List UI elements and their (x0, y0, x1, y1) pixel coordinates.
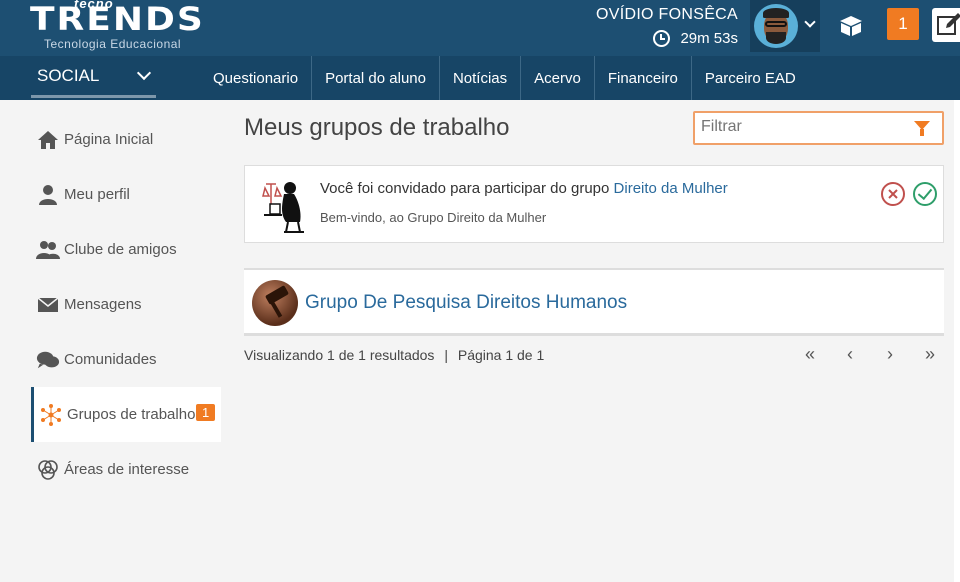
user-icon (36, 183, 60, 207)
prev-page-button[interactable]: ‹ (830, 344, 870, 365)
reject-invite-button[interactable] (881, 182, 905, 206)
group-image (260, 174, 308, 236)
session-timer: 29m 53s (653, 30, 738, 47)
nav-questionario[interactable]: Questionario (200, 56, 313, 100)
social-menu[interactable]: SOCIAL (31, 56, 156, 98)
sidebar-item-label: Clube de amigos (64, 241, 177, 258)
filter-input[interactable] (695, 113, 895, 141)
nav-portal-do-aluno[interactable]: Portal do aluno (312, 56, 440, 100)
clock-icon (653, 30, 671, 47)
filter-icon[interactable] (914, 121, 930, 136)
sidebar-item-label: Áreas de interesse (64, 461, 190, 478)
accept-invite-button[interactable] (913, 182, 937, 206)
home-icon (36, 128, 60, 152)
sidebar-item-clube-de-amigos[interactable]: Clube de amigos (31, 222, 221, 277)
group-name-link[interactable]: Grupo De Pesquisa Direitos Humanos (305, 292, 627, 314)
nav-financeiro[interactable]: Financeiro (595, 56, 692, 100)
main-nav: SOCIAL Questionario Portal do aluno Notí… (0, 56, 960, 100)
invite-group-link[interactable]: Direito da Mulher (614, 180, 728, 197)
nav-acervo[interactable]: Acervo (521, 56, 595, 100)
edit-button[interactable] (932, 8, 960, 42)
sidebar-item-grupos-de-trabalho[interactable]: Grupos de trabalho 1 (31, 387, 221, 442)
sidebar-item-label: Mensagens (64, 296, 142, 313)
network-icon (39, 403, 63, 427)
next-page-button[interactable]: › (870, 344, 910, 365)
group-invitation: Você foi convidado para participar do gr… (244, 165, 944, 243)
edit-icon (937, 13, 960, 35)
page-title: Meus grupos de trabalho (244, 114, 510, 141)
invite-message: Você foi convidado para participar do gr… (320, 180, 728, 197)
filter-box (693, 111, 944, 145)
user-name: OVÍDIO FONSÊCA (596, 6, 738, 23)
logo-top: tecno (74, 0, 114, 11)
last-page-button[interactable]: » (910, 344, 950, 365)
sidebar-item-mensagens[interactable]: Mensagens (31, 277, 221, 332)
package-icon[interactable] (838, 14, 864, 38)
scrollbar[interactable] (954, 100, 960, 582)
sidebar-badge: 1 (196, 404, 216, 421)
nav-parceiro-ead[interactable]: Parceiro EAD (692, 56, 809, 100)
pagination-info: Visualizando 1 de 1 resultados | Página … (244, 347, 544, 363)
chat-icon (36, 348, 60, 372)
user-menu-button[interactable] (750, 0, 820, 52)
sidebar-item-label: Grupos de trabalho (67, 406, 196, 423)
chevron-down-icon (136, 65, 152, 81)
envelope-icon (36, 293, 60, 317)
group-card[interactable]: Grupo De Pesquisa Direitos Humanos (244, 268, 944, 336)
avatar (754, 4, 798, 48)
invite-subtitle: Bem-vindo, ao Grupo Direito da Mulher (320, 210, 547, 225)
logo-subtitle: Tecnologia Educacional (44, 37, 182, 51)
sidebar: Página Inicial Meu perfil Clube de amigo… (31, 112, 221, 497)
nav-noticias[interactable]: Notícias (440, 56, 522, 100)
top-header: TRENDS tecno Tecnologia Educacional OVÍD… (0, 0, 960, 56)
chevron-down-icon (804, 16, 816, 28)
circles-icon (36, 458, 60, 482)
sidebar-item-comunidades[interactable]: Comunidades (31, 332, 221, 387)
sidebar-item-label: Comunidades (64, 351, 157, 368)
pagination-controls: « ‹ › » (790, 344, 950, 365)
sidebar-item-meu-perfil[interactable]: Meu perfil (31, 167, 221, 222)
first-page-button[interactable]: « (790, 344, 830, 365)
pager-separator: | (444, 347, 448, 363)
users-icon (36, 238, 60, 262)
group-avatar (252, 280, 298, 326)
sidebar-item-pagina-inicial[interactable]: Página Inicial (31, 112, 221, 167)
sidebar-item-areas-de-interesse[interactable]: Áreas de interesse (31, 442, 221, 497)
invite-text: Você foi convidado para participar do gr… (320, 180, 614, 197)
social-label: SOCIAL (37, 65, 100, 85)
logo-main: TRENDS (30, 1, 205, 39)
results-count: Visualizando 1 de 1 resultados (244, 347, 435, 363)
timer-value: 29m 53s (680, 30, 738, 47)
page-indicator: Página 1 de 1 (457, 347, 545, 363)
sidebar-item-label: Meu perfil (64, 186, 130, 203)
close-icon (888, 189, 898, 199)
sidebar-item-label: Página Inicial (64, 131, 154, 148)
notification-badge[interactable]: 1 (887, 8, 919, 40)
logo[interactable]: TRENDS tecno Tecnologia Educacional (30, 0, 210, 56)
